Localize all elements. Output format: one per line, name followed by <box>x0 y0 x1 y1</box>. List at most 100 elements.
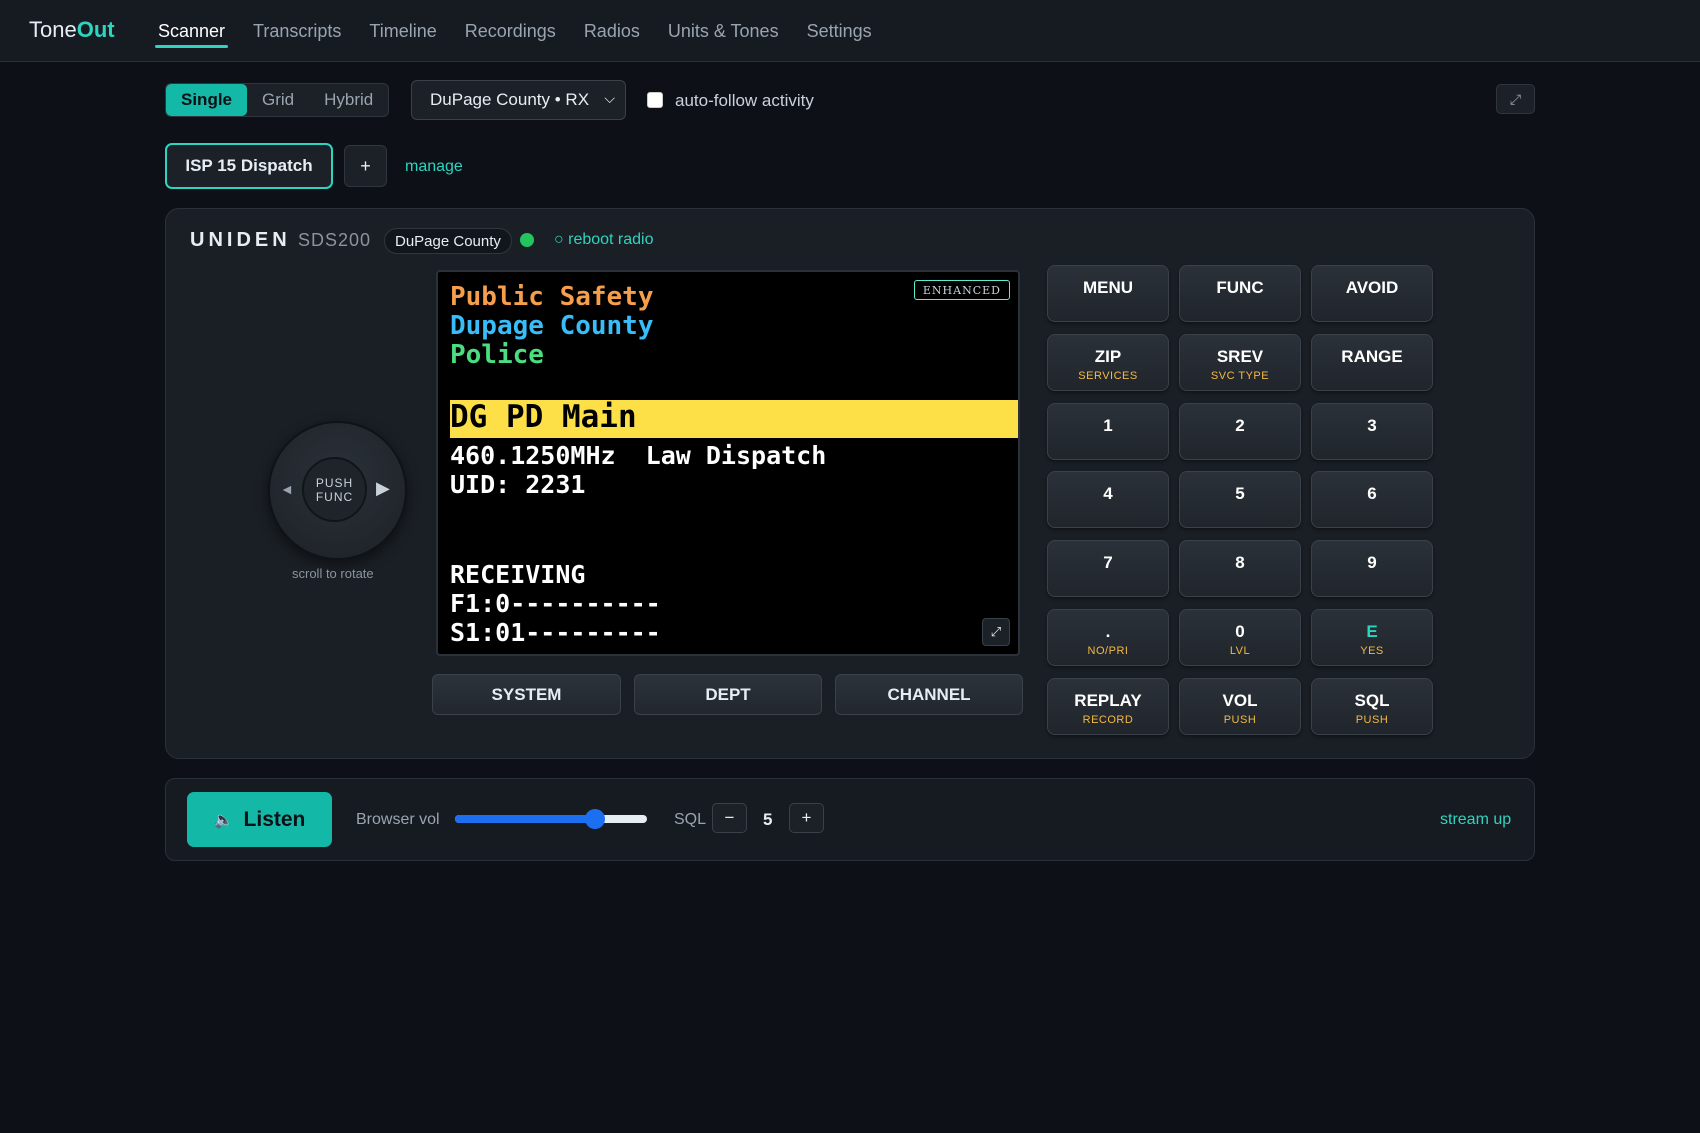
radio-tab-active[interactable]: ISP 15 Dispatch <box>165 143 333 189</box>
main-nav: Scanner Transcripts Timeline Recordings … <box>154 0 900 62</box>
auto-follow-label[interactable]: auto-follow activity <box>675 91 814 111</box>
view-mode-single[interactable]: Single <box>166 84 248 116</box>
display-s1: S1:01--------- <box>450 618 661 647</box>
nav-settings[interactable]: Settings <box>807 0 872 62</box>
key-sublabel: RECORD <box>1082 714 1134 726</box>
key-label: 7 <box>1103 553 1113 572</box>
knob-caption: scroll to rotate <box>292 566 374 581</box>
channel-button[interactable]: CHANNEL <box>835 674 1023 715</box>
key-label: 2 <box>1235 416 1245 435</box>
display-system: Public Safety <box>450 282 654 312</box>
enhanced-badge: ENHANCED <box>913 280 1010 300</box>
key-label: E <box>1366 622 1378 641</box>
key-srev[interactable]: SREV SVC TYPE <box>1179 334 1301 391</box>
key-label: VOL <box>1222 691 1258 710</box>
push-func-button[interactable]: PUSH FUNC <box>302 457 367 522</box>
key-label: 3 <box>1367 416 1377 435</box>
scanner-brand: UNIDEN <box>190 229 291 251</box>
display-status: RECEIVING <box>450 560 586 589</box>
key-sublabel: PUSH <box>1355 714 1389 726</box>
key-sublabel: YES <box>1360 645 1384 657</box>
nav-recordings[interactable]: Recordings <box>465 0 556 62</box>
key-3[interactable]: 3 <box>1311 403 1433 460</box>
expand-icon: ⤢ <box>990 624 1002 640</box>
view-mode-toggle: Single Grid Hybrid <box>165 83 390 117</box>
key-avoid[interactable]: AVOID <box>1311 265 1433 322</box>
key-9[interactable]: 9 <box>1311 540 1433 597</box>
browser-volume-slider[interactable] <box>455 809 647 829</box>
view-mode-grid[interactable]: Grid <box>247 84 309 116</box>
key-func[interactable]: FUNC <box>1179 265 1301 322</box>
sql-increment-button[interactable]: + <box>789 803 824 833</box>
key-sql[interactable]: SQL PUSH <box>1311 678 1433 735</box>
view-mode-hybrid[interactable]: Hybrid <box>309 84 388 116</box>
key-5[interactable]: 5 <box>1179 471 1301 528</box>
display-group: Police <box>450 340 544 370</box>
key-sublabel: NO/PRI <box>1087 645 1129 657</box>
key-label: RANGE <box>1341 347 1403 366</box>
add-radio-tab-button[interactable]: + <box>344 145 387 187</box>
key-sublabel: PUSH <box>1223 714 1257 726</box>
key-label: REPLAY <box>1074 691 1142 710</box>
nav-timeline[interactable]: Timeline <box>369 0 436 62</box>
county-badge: DuPage County <box>384 228 512 254</box>
key-6[interactable]: 6 <box>1311 471 1433 528</box>
scanner-display: ENHANCED Public Safety Dupage County Pol… <box>436 270 1020 656</box>
rotate-right-icon[interactable]: ▶ <box>376 478 390 499</box>
key-vol[interactable]: VOL PUSH <box>1179 678 1301 735</box>
sql-label: SQL <box>674 811 707 828</box>
key-label: 8 <box>1235 553 1245 572</box>
key-menu[interactable]: MENU <box>1047 265 1169 322</box>
sql-decrement-button[interactable]: − <box>712 803 747 833</box>
status-indicator <box>520 233 534 247</box>
radio-select-dropdown[interactable]: DuPage County • RX ⌵ <box>411 80 626 120</box>
display-expand-button[interactable]: ⤢ <box>982 618 1010 646</box>
key-label: FUNC <box>1216 278 1264 297</box>
speaker-icon: 🔈 <box>213 811 234 829</box>
key-dot[interactable]: . NO/PRI <box>1047 609 1169 666</box>
key-label: AVOID <box>1345 278 1399 297</box>
reboot-radio-link[interactable]: ○ reboot radio <box>554 231 654 249</box>
key-8[interactable]: 8 <box>1179 540 1301 597</box>
nav-scanner[interactable]: Scanner <box>154 0 229 62</box>
key-2[interactable]: 2 <box>1179 403 1301 460</box>
fullscreen-button[interactable]: ⤢ <box>1496 84 1535 114</box>
key-7[interactable]: 7 <box>1047 540 1169 597</box>
rotate-left-icon[interactable]: ◄ <box>280 481 294 497</box>
key-label: ZIP <box>1094 347 1122 366</box>
key-label: 6 <box>1367 484 1377 503</box>
func-label: FUNC <box>315 489 354 504</box>
expand-icon: ⤢ <box>1509 90 1522 107</box>
volume-fill <box>455 815 596 823</box>
chevron-down-icon: ⌵ <box>604 90 615 106</box>
key-label: MENU <box>1082 278 1134 297</box>
nav-transcripts[interactable]: Transcripts <box>253 0 341 62</box>
key-label: 5 <box>1235 484 1245 503</box>
stream-status: stream up <box>1440 811 1512 828</box>
manage-tabs-link[interactable]: manage <box>405 158 463 176</box>
top-nav-bar: ToneOut Scanner Transcripts Timeline Rec… <box>0 0 1700 62</box>
display-f1: F1:0---------- <box>450 589 661 618</box>
app-logo[interactable]: ToneOut <box>29 17 115 43</box>
key-label: 0 <box>1235 622 1245 641</box>
push-label: PUSH <box>315 475 354 490</box>
key-e[interactable]: E YES <box>1311 609 1433 666</box>
display-uid: UID: 2231 <box>450 470 586 499</box>
key-label: SREV <box>1216 347 1264 366</box>
listen-button[interactable]: 🔈 Listen <box>187 792 332 847</box>
key-0[interactable]: 0 LVL <box>1179 609 1301 666</box>
dept-button[interactable]: DEPT <box>634 674 822 715</box>
nav-radios[interactable]: Radios <box>584 0 640 62</box>
auto-follow-checkbox[interactable] <box>647 92 663 108</box>
radio-select-value: DuPage County • RX <box>430 90 590 109</box>
key-zip[interactable]: ZIP SERVICES <box>1047 334 1169 391</box>
scanner-model: SDS200 <box>298 230 372 250</box>
listen-label: Listen <box>243 807 306 831</box>
key-4[interactable]: 4 <box>1047 471 1169 528</box>
system-button[interactable]: SYSTEM <box>432 674 621 715</box>
key-replay[interactable]: REPLAY RECORD <box>1047 678 1169 735</box>
key-1[interactable]: 1 <box>1047 403 1169 460</box>
nav-units-tones[interactable]: Units & Tones <box>668 0 779 62</box>
key-label: 9 <box>1367 553 1377 572</box>
key-range[interactable]: RANGE <box>1311 334 1433 391</box>
